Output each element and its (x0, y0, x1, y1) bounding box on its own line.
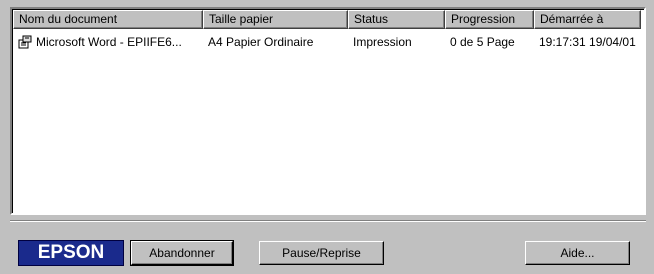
table-row[interactable]: Microsoft Word - EPIIFE6... A4 Papier Or… (13, 33, 639, 51)
column-header-progress[interactable]: Progression (445, 10, 534, 29)
column-header-started-at[interactable]: Démarrée à (534, 10, 641, 29)
pause-resume-button-label: Pause/Reprise (282, 246, 361, 260)
job-started-at: 19:17:31 19/04/01 (539, 35, 636, 49)
column-header-status[interactable]: Status (348, 10, 445, 29)
print-monitor-window: Nom du document Taille papier Status Pro… (0, 0, 654, 274)
list-header: Nom du document Taille papier Status Pro… (13, 10, 644, 29)
print-job-list[interactable]: Nom du document Taille papier Status Pro… (10, 7, 646, 215)
column-header-document-name[interactable]: Nom du document (13, 10, 203, 29)
job-paper-size: A4 Papier Ordinaire (208, 35, 314, 49)
job-document-cell: Microsoft Word - EPIIFE6... (13, 33, 203, 51)
help-button-label: Aide... (560, 246, 595, 260)
pause-resume-button[interactable]: Pause/Reprise (259, 241, 384, 265)
column-header-paper-size[interactable]: Taille papier (203, 10, 348, 29)
abandon-button[interactable]: Abandonner (130, 240, 234, 266)
document-icon (18, 35, 32, 49)
job-status: Impression (353, 35, 412, 49)
job-progress: 0 de 5 Page (450, 35, 515, 49)
epson-logo: EPSON (18, 240, 124, 266)
abandon-button-label: Abandonner (149, 246, 215, 260)
job-document-name: Microsoft Word - EPIIFE6... (36, 35, 182, 49)
help-button[interactable]: Aide... (525, 241, 630, 265)
divider (10, 220, 646, 222)
